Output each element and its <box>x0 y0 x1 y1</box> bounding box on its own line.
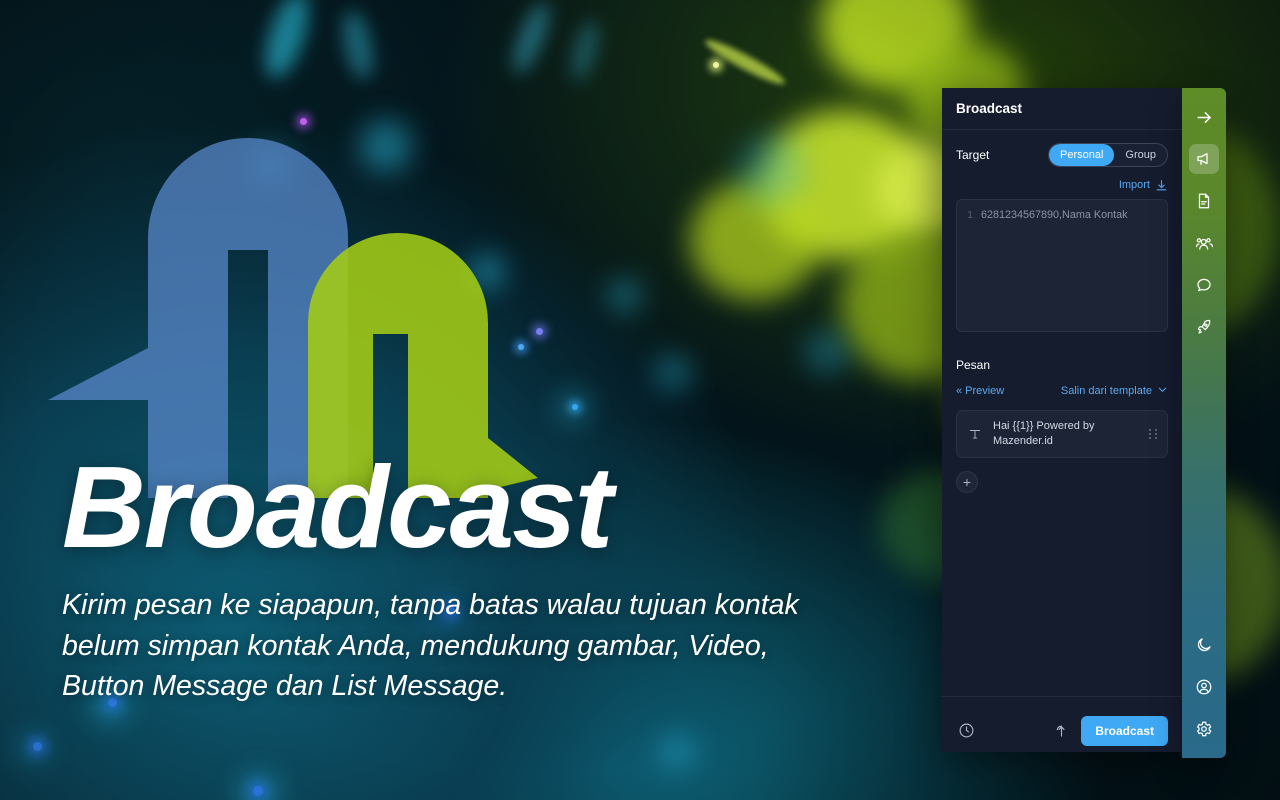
sidebar-item-campaign[interactable] <box>1189 312 1219 342</box>
text-type-icon <box>967 426 983 442</box>
clock-icon[interactable] <box>956 721 976 741</box>
account-button[interactable] <box>1189 672 1219 702</box>
user-account-icon <box>1195 678 1213 696</box>
panel-body: Target Personal Group Import 1 628123456… <box>942 130 1182 680</box>
download-icon <box>1155 179 1168 192</box>
preview-label: Preview <box>965 385 1005 397</box>
message-card[interactable]: Hai {{1}} Powered by Mazender.id <box>956 410 1168 458</box>
megaphone-icon <box>1195 150 1213 168</box>
target-option-group[interactable]: Group <box>1114 144 1167 166</box>
drag-handle-icon[interactable] <box>1149 429 1159 439</box>
undo-arrow-icon[interactable] <box>1051 721 1071 741</box>
import-label: Import <box>1118 179 1150 191</box>
message-text: Hai {{1}} Powered by Mazender.id <box>993 420 1095 447</box>
target-row: Target Personal Group <box>956 142 1168 168</box>
contacts-group-icon <box>1195 234 1214 253</box>
target-toggle-group[interactable]: Personal Group <box>1048 143 1168 167</box>
hero-subtitle: Kirim pesan ke siapapun, tanpa batas wal… <box>62 589 799 703</box>
copy-from-template-dropdown[interactable]: Salin dari template <box>1061 384 1168 398</box>
target-label: Target <box>956 148 990 162</box>
contacts-placeholder: 6281234567890,Nama Kontak <box>981 209 1128 221</box>
page-title: Broadcast <box>62 442 613 572</box>
sidebar-item-contacts[interactable] <box>1189 228 1219 258</box>
sidebar-item-documents[interactable] <box>1189 186 1219 216</box>
settings-button[interactable] <box>1189 714 1219 744</box>
chat-bubble-icon <box>1195 276 1213 294</box>
broadcast-button[interactable]: Broadcast <box>1081 715 1168 746</box>
right-sidebar <box>1182 88 1226 758</box>
line-number: 1 <box>967 209 973 221</box>
gear-icon <box>1195 720 1213 738</box>
import-button[interactable]: Import <box>956 177 1168 193</box>
dark-mode-toggle[interactable] <box>1189 630 1219 660</box>
preview-button[interactable]: « Preview <box>956 385 1004 397</box>
chevron-down-icon <box>1157 384 1168 398</box>
target-option-personal[interactable]: Personal <box>1049 144 1115 166</box>
template-label: Salin dari template <box>1060 385 1152 397</box>
double-chevron-left-icon: « <box>956 384 962 397</box>
panel-title: Broadcast <box>956 101 1023 116</box>
panel-footer: Broadcast <box>942 696 1182 752</box>
broadcast-panel: Broadcast Target Personal Group Import 1… <box>942 88 1182 752</box>
message-section-label: Pesan <box>956 358 991 372</box>
hero-section: Broadcast Kirim pesan ke siapapun, tanpa… <box>62 442 862 707</box>
sidebar-item-broadcast[interactable] <box>1189 144 1219 174</box>
contacts-input[interactable]: 1 6281234567890,Nama Kontak <box>956 199 1168 332</box>
collapse-arrow-icon[interactable] <box>1189 102 1219 132</box>
message-actions: « Preview Salin dari template <box>956 383 1168 399</box>
add-message-button[interactable]: + <box>956 471 978 493</box>
app-screenshot: Broadcast Kirim pesan ke siapapun, tanpa… <box>0 0 1280 800</box>
sidebar-bottom-group <box>1189 630 1219 758</box>
sidebar-item-chat[interactable] <box>1189 270 1219 300</box>
panel-header: Broadcast <box>942 88 1182 130</box>
document-icon <box>1195 192 1213 210</box>
moon-icon <box>1195 636 1213 654</box>
rocket-icon <box>1195 318 1213 336</box>
